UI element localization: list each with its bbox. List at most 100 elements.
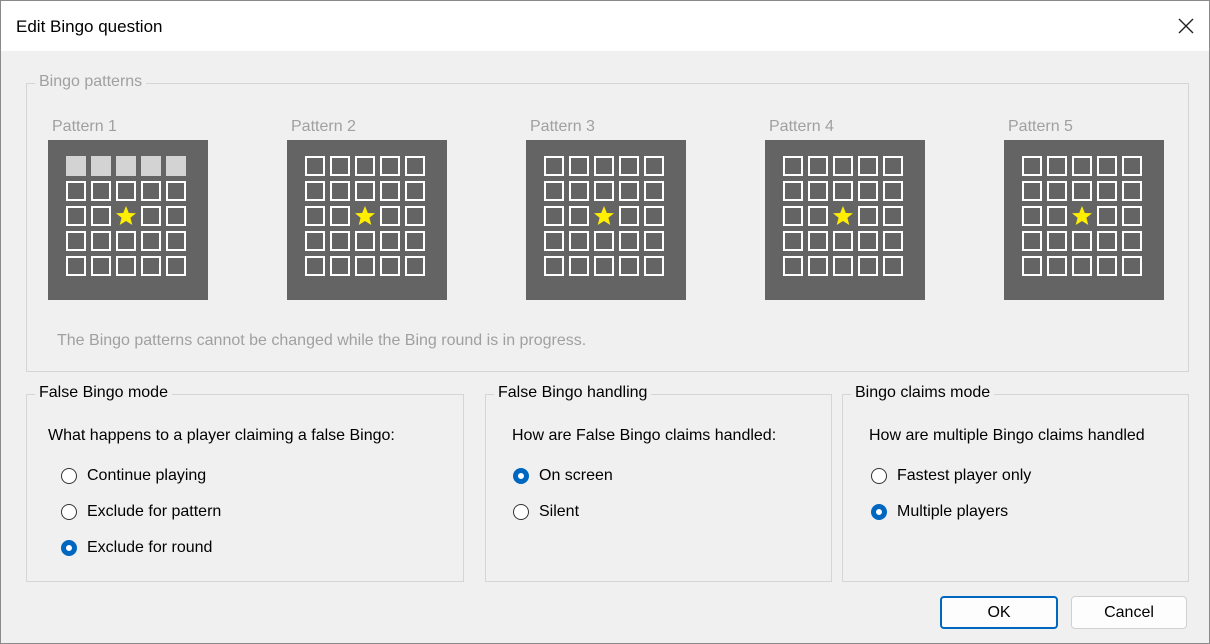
bingo-cell[interactable] [141, 256, 161, 276]
bingo-cell[interactable] [1097, 231, 1117, 251]
bingo-cell[interactable] [644, 156, 664, 176]
bingo-cell[interactable] [1072, 181, 1092, 201]
bingo-cell[interactable] [405, 256, 425, 276]
bingo-cell[interactable] [644, 256, 664, 276]
bingo-cell[interactable] [569, 181, 589, 201]
bingo-cell[interactable] [594, 181, 614, 201]
bingo-cell[interactable] [594, 231, 614, 251]
bingo-cell[interactable] [858, 181, 878, 201]
bingo-cell[interactable] [1022, 206, 1042, 226]
bingo-cell[interactable] [619, 256, 639, 276]
bingo-cell[interactable] [833, 156, 853, 176]
bingo-cell[interactable] [808, 181, 828, 201]
bingo-cell[interactable] [569, 231, 589, 251]
bingo-cell[interactable] [116, 181, 136, 201]
bingo-cell[interactable] [858, 206, 878, 226]
bingo-cell[interactable] [66, 231, 86, 251]
bingo-cell[interactable] [141, 206, 161, 226]
bingo-cell[interactable] [1097, 181, 1117, 201]
bingo-cell[interactable] [355, 156, 375, 176]
bingo-cell[interactable] [66, 256, 86, 276]
bingo-cell[interactable] [405, 231, 425, 251]
bingo-cell[interactable] [305, 231, 325, 251]
bingo-cell[interactable] [380, 156, 400, 176]
bingo-cell[interactable] [783, 231, 803, 251]
bingo-cell[interactable] [883, 181, 903, 201]
bingo-cell[interactable] [405, 156, 425, 176]
radio-fastest-player-only[interactable]: Fastest player only [871, 467, 1031, 485]
bingo-cell[interactable] [808, 231, 828, 251]
bingo-cell[interactable] [1072, 156, 1092, 176]
bingo-cell[interactable] [1047, 156, 1067, 176]
bingo-cell[interactable] [1122, 231, 1142, 251]
bingo-cell[interactable] [883, 156, 903, 176]
bingo-cell[interactable] [783, 256, 803, 276]
bingo-cell[interactable] [1022, 231, 1042, 251]
bingo-cell[interactable] [1122, 206, 1142, 226]
bingo-cell[interactable] [883, 256, 903, 276]
bingo-cell[interactable] [1072, 256, 1092, 276]
bingo-cell[interactable] [808, 256, 828, 276]
radio-exclude-for-round[interactable]: Exclude for round [61, 539, 212, 557]
bingo-cell[interactable] [833, 181, 853, 201]
bingo-cell[interactable] [166, 156, 186, 176]
bingo-cell[interactable] [833, 231, 853, 251]
bingo-cell[interactable] [380, 256, 400, 276]
bingo-cell[interactable] [544, 231, 564, 251]
bingo-cell[interactable] [1022, 156, 1042, 176]
bingo-cell[interactable] [405, 206, 425, 226]
bingo-cell[interactable] [91, 181, 111, 201]
bingo-cell[interactable] [1047, 181, 1067, 201]
bingo-cell[interactable] [883, 206, 903, 226]
pattern-board[interactable] [1004, 140, 1164, 300]
cancel-button[interactable]: Cancel [1071, 596, 1187, 629]
bingo-cell[interactable] [305, 156, 325, 176]
bingo-cell[interactable] [1047, 256, 1067, 276]
bingo-cell[interactable] [1122, 156, 1142, 176]
bingo-cell[interactable] [141, 231, 161, 251]
bingo-cell[interactable] [569, 256, 589, 276]
bingo-cell[interactable] [858, 156, 878, 176]
bingo-cell[interactable] [644, 206, 664, 226]
bingo-cell[interactable] [1122, 256, 1142, 276]
bingo-cell[interactable] [380, 231, 400, 251]
bingo-cell[interactable] [1022, 181, 1042, 201]
pattern-board[interactable] [287, 140, 447, 300]
bingo-cell[interactable] [355, 181, 375, 201]
bingo-cell[interactable] [330, 206, 350, 226]
radio-multiple-players[interactable]: Multiple players [871, 503, 1008, 521]
bingo-cell[interactable] [1097, 206, 1117, 226]
bingo-cell[interactable] [1022, 256, 1042, 276]
bingo-cell[interactable] [808, 156, 828, 176]
bingo-cell[interactable] [858, 256, 878, 276]
bingo-cell[interactable] [1047, 231, 1067, 251]
bingo-cell[interactable] [355, 256, 375, 276]
bingo-cell[interactable] [783, 181, 803, 201]
radio-exclude-for-pattern[interactable]: Exclude for pattern [61, 503, 221, 521]
bingo-cell[interactable] [166, 256, 186, 276]
bingo-cell[interactable] [91, 156, 111, 176]
bingo-cell[interactable] [91, 231, 111, 251]
bingo-cell[interactable] [594, 156, 614, 176]
bingo-cell[interactable] [619, 181, 639, 201]
bingo-cell[interactable] [569, 206, 589, 226]
bingo-cell[interactable] [1122, 181, 1142, 201]
bingo-cell[interactable] [380, 181, 400, 201]
radio-silent[interactable]: Silent [513, 503, 579, 521]
bingo-cell[interactable] [116, 231, 136, 251]
pattern-board[interactable] [526, 140, 686, 300]
bingo-cell[interactable] [569, 156, 589, 176]
bingo-cell[interactable] [166, 231, 186, 251]
bingo-cell[interactable] [116, 156, 136, 176]
pattern-board[interactable] [765, 140, 925, 300]
bingo-cell[interactable] [783, 156, 803, 176]
bingo-cell[interactable] [783, 206, 803, 226]
bingo-cell[interactable] [166, 181, 186, 201]
bingo-cell[interactable] [808, 206, 828, 226]
bingo-cell[interactable] [1097, 256, 1117, 276]
bingo-cell[interactable] [544, 156, 564, 176]
bingo-cell[interactable] [644, 181, 664, 201]
bingo-cell[interactable] [883, 231, 903, 251]
bingo-cell[interactable] [544, 256, 564, 276]
bingo-cell[interactable] [833, 256, 853, 276]
